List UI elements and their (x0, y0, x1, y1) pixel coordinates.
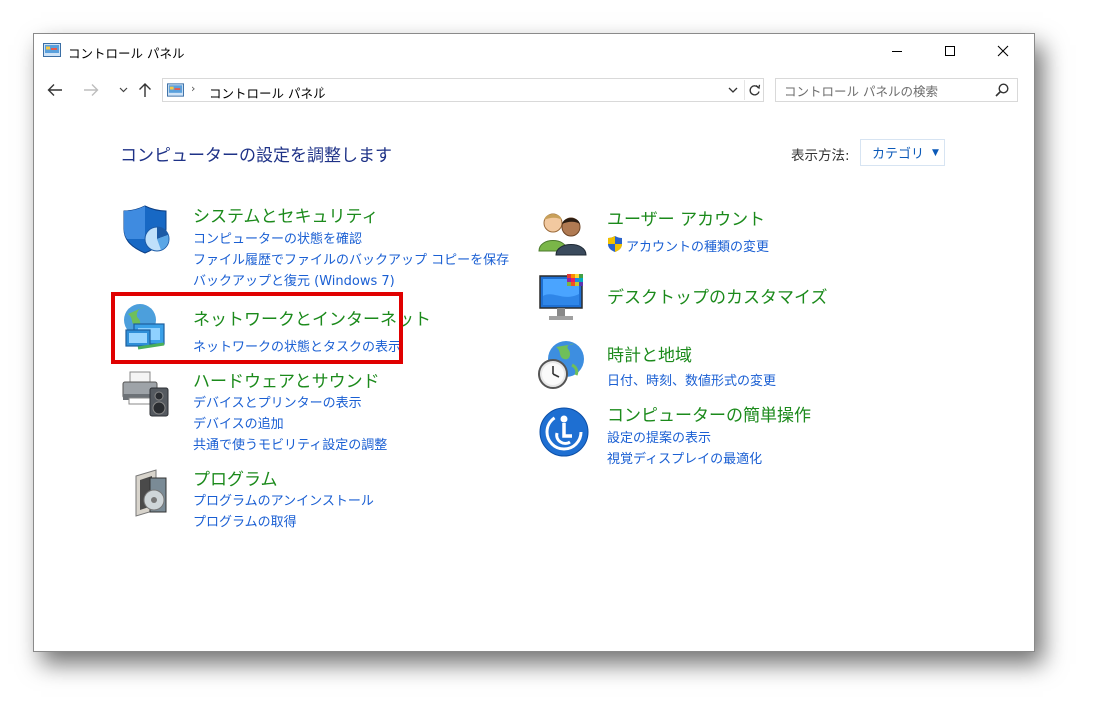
window-title: コントロール パネル (68, 46, 185, 61)
chevron-down-icon (119, 87, 127, 93)
users-icon[interactable] (536, 207, 588, 259)
printer-speaker-icon[interactable] (120, 368, 172, 420)
link-suggested-settings[interactable]: 設定の提案の表示 (607, 427, 711, 446)
arrow-left-icon (47, 84, 62, 96)
link-backup-restore[interactable]: バックアップと復元 (Windows 7) (193, 270, 395, 289)
title-bar[interactable]: コントロール パネル (34, 34, 1034, 68)
link-optimize-display[interactable]: 視覚ディスプレイの最適化 (607, 448, 762, 467)
minimize-icon (892, 51, 902, 52)
view-by-value: カテゴリ (872, 147, 925, 162)
chevron-down-icon (728, 87, 738, 93)
search-icon[interactable] (994, 82, 1010, 98)
shield-icon[interactable] (121, 203, 173, 255)
programs-icon[interactable] (126, 466, 178, 518)
back-button[interactable] (44, 79, 66, 101)
clock-globe-icon[interactable] (536, 339, 588, 391)
link-uninstall-program[interactable]: プログラムのアンインストール (193, 490, 374, 509)
link-check-computer-status[interactable]: コンピューターの状態を確認 (193, 228, 362, 247)
link-file-history-backup[interactable]: ファイル履歴でファイルのバックアップ コピーを保存 (193, 249, 509, 268)
close-button[interactable] (980, 34, 1026, 68)
link-date-time-format[interactable]: 日付、時刻、数値形式の変更 (607, 370, 776, 389)
view-by-dropdown[interactable]: カテゴリ ▼ (860, 139, 945, 166)
link-get-programs[interactable]: プログラムの取得 (193, 511, 297, 530)
link-add-device[interactable]: デバイスの追加 (193, 413, 284, 432)
link-devices-printers[interactable]: デバイスとプリンターの表示 (193, 392, 362, 411)
page-title: コンピューターの設定を調整します (120, 146, 392, 166)
close-icon (997, 45, 1009, 57)
minimize-button[interactable] (874, 34, 920, 68)
control-panel-icon (167, 83, 184, 97)
breadcrumb-control-panel[interactable]: コントロール パネル (209, 83, 325, 102)
search-box[interactable] (775, 78, 1018, 103)
breadcrumb-separator[interactable]: › (320, 82, 324, 95)
control-panel-window: コントロール パネル › コントロール パネル › コントロール パネルの検索 … (33, 33, 1035, 652)
link-change-account-type[interactable]: アカウントの種類の変更 (626, 236, 769, 255)
category-desktop-customization[interactable]: デスクトップのカスタマイズ (607, 283, 828, 308)
ease-of-access-icon[interactable] (538, 406, 590, 458)
address-dropdown-button[interactable] (724, 80, 742, 100)
address-bar[interactable]: › コントロール パネル › (162, 78, 764, 102)
arrow-right-icon (84, 84, 99, 96)
refresh-button[interactable] (744, 80, 763, 100)
dropdown-arrow-icon: ▼ (932, 147, 939, 158)
category-hardware-sound[interactable]: ハードウェアとサウンド (193, 367, 380, 392)
forward-button[interactable] (80, 79, 102, 101)
view-by-label: 表示方法: (791, 148, 850, 164)
arrow-up-icon (139, 83, 151, 97)
desktop-monitor-icon[interactable] (537, 272, 589, 324)
maximize-icon (945, 46, 955, 56)
category-system-security[interactable]: システムとセキュリティ (193, 202, 378, 227)
control-panel-icon (43, 43, 61, 57)
category-ease-of-access[interactable]: コンピューターの簡単操作 (607, 401, 811, 426)
category-user-accounts[interactable]: ユーザー アカウント (607, 205, 765, 230)
breadcrumb-separator[interactable]: › (191, 82, 195, 95)
up-button[interactable] (134, 79, 156, 101)
uac-shield-icon (608, 236, 622, 252)
category-programs[interactable]: プログラム (193, 465, 278, 490)
category-clock-region[interactable]: 時計と地域 (607, 341, 692, 366)
refresh-icon (749, 84, 760, 95)
search-input[interactable] (776, 79, 996, 103)
maximize-button[interactable] (927, 34, 973, 68)
link-mobility-settings[interactable]: 共通で使うモビリティ設定の調整 (193, 434, 387, 453)
highlight-frame (111, 292, 403, 364)
recent-locations-button[interactable] (112, 79, 134, 101)
